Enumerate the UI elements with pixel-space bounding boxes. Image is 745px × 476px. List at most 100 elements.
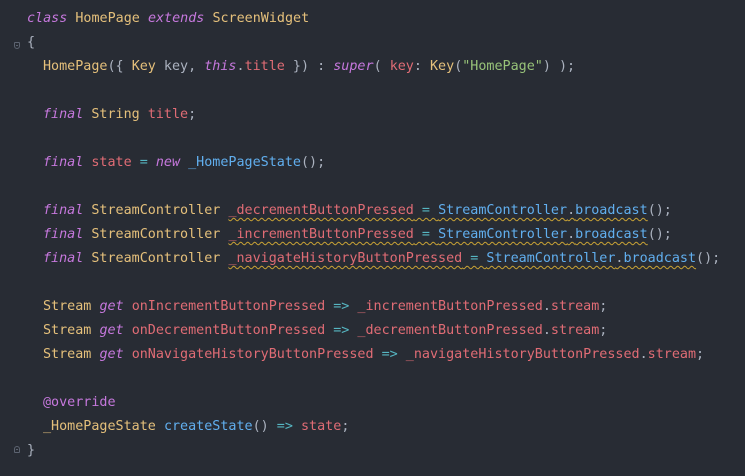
punct: ({ [107, 59, 132, 74]
class-reference: StreamController [438, 227, 568, 242]
code-line-close-brace[interactable]: } [0, 439, 745, 463]
punct: . [639, 347, 648, 362]
keyword-final: final [43, 203, 84, 218]
field-name: _decrementButtonPressed [228, 203, 414, 218]
punct: (); [696, 251, 721, 266]
code-line-decrement-controller[interactable]: final StreamController _decrementButtonP… [0, 199, 745, 223]
punct: . [567, 203, 576, 218]
code-line-state-field[interactable]: final state = new _HomePageState(); [0, 151, 745, 175]
punct: ; [188, 107, 197, 122]
operator: = [462, 251, 487, 266]
punct: ; [341, 419, 350, 434]
field-name: _navigateHistoryButtonPressed [228, 251, 463, 266]
override-annotation: @override [43, 395, 116, 410]
punct: }) : [284, 59, 334, 74]
punct: . [542, 299, 551, 314]
target-field: _decrementButtonPressed [357, 323, 543, 338]
keyword-class: class [27, 11, 68, 26]
keyword-get: get [99, 299, 124, 314]
operator: => [325, 323, 358, 338]
getter-name: onNavigateHistoryButtonPressed [131, 347, 374, 362]
code-line-decrement-getter[interactable]: Stream get onDecrementButtonPressed => _… [0, 319, 745, 343]
return-value: state [301, 419, 342, 434]
method-call: broadcast [575, 203, 648, 218]
method-call: broadcast [623, 251, 697, 266]
operator: = [413, 227, 439, 242]
field-name: title [147, 107, 189, 122]
close-brace: } [27, 443, 36, 458]
property: stream [550, 323, 600, 338]
punct: (); [647, 227, 672, 242]
getter-name: onDecrementButtonPressed [131, 323, 326, 338]
return-type: Stream [43, 299, 92, 314]
field-name: state [91, 155, 132, 170]
keyword-get: get [99, 347, 124, 362]
class-name: HomePage [75, 11, 140, 26]
code-line-blank[interactable] [0, 367, 745, 391]
code-line-title-field[interactable]: final String title; [0, 103, 745, 127]
code-line-blank[interactable] [0, 271, 745, 295]
operator: => [373, 347, 406, 362]
target-field: _navigateHistoryButtonPressed [405, 347, 640, 362]
punct: . [236, 59, 245, 74]
code-line-class-declaration[interactable]: class HomePage extends ScreenWidget [0, 7, 745, 31]
code-editor[interactable]: class HomePage extends ScreenWidget { Ho… [0, 0, 745, 476]
target-field: _incrementButtonPressed [357, 299, 543, 314]
keyword-super: super [333, 59, 374, 74]
code-line-blank[interactable] [0, 79, 745, 103]
class-reference: _HomePageState [188, 155, 301, 170]
code-line-open-brace[interactable]: { [0, 31, 745, 55]
keyword-this: this [204, 59, 237, 74]
open-brace: { [27, 35, 36, 50]
method-call: broadcast [575, 227, 648, 242]
code-lines: class HomePage extends ScreenWidget { Ho… [0, 7, 745, 463]
punct: . [542, 323, 551, 338]
keyword-final: final [43, 251, 84, 266]
getter-name: onIncrementButtonPressed [131, 299, 326, 314]
operator: = [413, 203, 439, 218]
code-line-increment-getter[interactable]: Stream get onIncrementButtonPressed => _… [0, 295, 745, 319]
punct: ) ); [542, 59, 576, 74]
punct: (); [301, 155, 326, 170]
punct: ( [373, 59, 390, 74]
property: stream [647, 347, 697, 362]
code-line-navigate-controller[interactable]: final StreamController _navigateHistoryB… [0, 247, 745, 271]
field-name: _incrementButtonPressed [228, 227, 414, 242]
field-type: String [91, 107, 140, 122]
field-type: StreamController [91, 203, 221, 218]
punct: key, [155, 59, 205, 74]
punct: (); [647, 203, 672, 218]
code-line-create-state[interactable]: _HomePageState createState() => state; [0, 415, 745, 439]
string-literal: "HomePage" [462, 59, 543, 74]
code-line-constructor[interactable]: HomePage({ Key key, this.title }) : supe… [0, 55, 745, 79]
key-constructor: Key [430, 59, 455, 74]
return-type: Stream [43, 347, 92, 362]
keyword-new: new [155, 155, 181, 170]
keyword-final: final [43, 155, 84, 170]
class-reference: StreamController [438, 203, 568, 218]
param-type: Key [131, 59, 156, 74]
punct: ; [599, 299, 608, 314]
keyword-extends: extends [147, 11, 205, 26]
code-line-blank[interactable] [0, 127, 745, 151]
punct: ; [696, 347, 705, 362]
code-line-blank[interactable] [0, 175, 745, 199]
return-type: Stream [43, 323, 92, 338]
code-line-annotation[interactable]: @override [0, 391, 745, 415]
code-line-navigate-getter[interactable]: Stream get onNavigateHistoryButtonPresse… [0, 343, 745, 367]
base-class-name: ScreenWidget [212, 11, 310, 26]
keyword-final: final [43, 227, 84, 242]
method-name: createState [163, 419, 253, 434]
operator: => [325, 299, 358, 314]
operator: => [268, 419, 301, 434]
keyword-final: final [43, 107, 84, 122]
property: stream [550, 299, 600, 314]
named-arg: key [389, 59, 414, 74]
constructor-name: HomePage [43, 59, 108, 74]
operator: = [131, 155, 156, 170]
field-type: StreamController [91, 227, 221, 242]
punct: ; [599, 323, 608, 338]
field-type: StreamController [91, 251, 221, 266]
code-line-increment-controller[interactable]: final StreamController _incrementButtonP… [0, 223, 745, 247]
punct: . [567, 227, 576, 242]
